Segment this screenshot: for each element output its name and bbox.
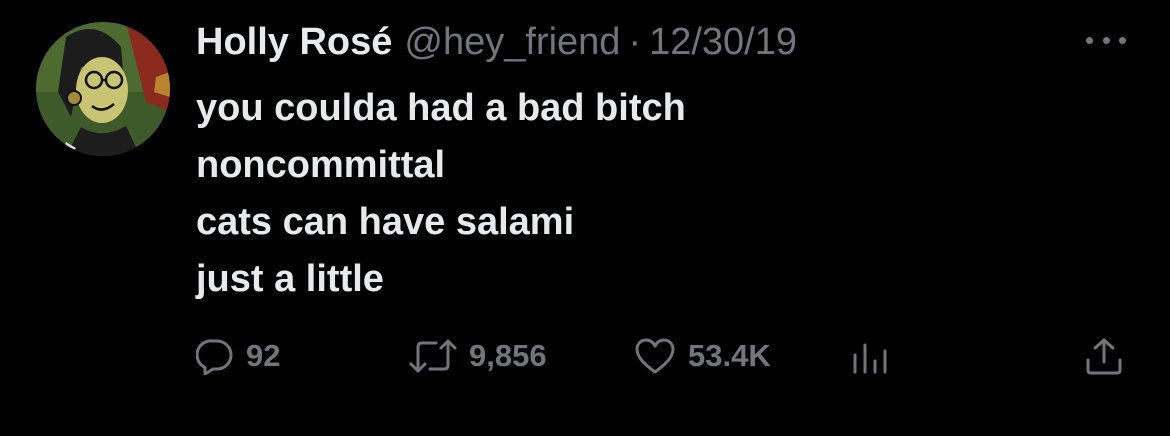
avatar[interactable]	[36, 22, 170, 156]
more-icon[interactable]	[1086, 28, 1126, 52]
heart-icon	[635, 338, 675, 374]
retweet-icon	[409, 339, 457, 373]
tweet-line: you coulda had a bad bitch	[196, 87, 686, 129]
reply-button[interactable]: 92	[196, 332, 280, 380]
display-name[interactable]: Holly Rosé	[196, 21, 392, 64]
more-dot	[1119, 36, 1126, 44]
tweet-text: you coulda had a bad bitch noncommittal …	[196, 80, 1096, 308]
tweet-header: Holly Rosé @hey_friend · 12/30/19	[196, 18, 797, 66]
separator-dot: ·	[628, 20, 642, 63]
more-dot	[1086, 36, 1093, 44]
user-handle[interactable]: @hey_friend	[404, 21, 620, 64]
like-button[interactable]: 53.4K	[634, 332, 771, 380]
like-count: 53.4K	[688, 338, 771, 373]
tweet[interactable]: Holly Rosé @hey_friend · 12/30/19 you co…	[0, 0, 1170, 436]
tweet-date[interactable]: 12/30/19	[649, 21, 797, 64]
reply-icon	[196, 339, 233, 375]
share-button[interactable]	[1084, 332, 1124, 380]
retweet-count: 9,856	[469, 338, 547, 373]
more-dot	[1102, 36, 1110, 44]
tweet-line: noncommittal	[196, 144, 446, 186]
views-icon	[853, 343, 887, 374]
retweet-button[interactable]: 9,856	[409, 332, 547, 380]
views-button[interactable]	[850, 332, 890, 380]
share-icon	[1086, 338, 1122, 375]
reply-count: 92	[246, 338, 281, 373]
action-bar: 92 9,856 53.4K	[196, 332, 1136, 380]
tweet-line: just a little	[196, 258, 384, 300]
tweet-line: cats can have salami	[196, 201, 575, 243]
